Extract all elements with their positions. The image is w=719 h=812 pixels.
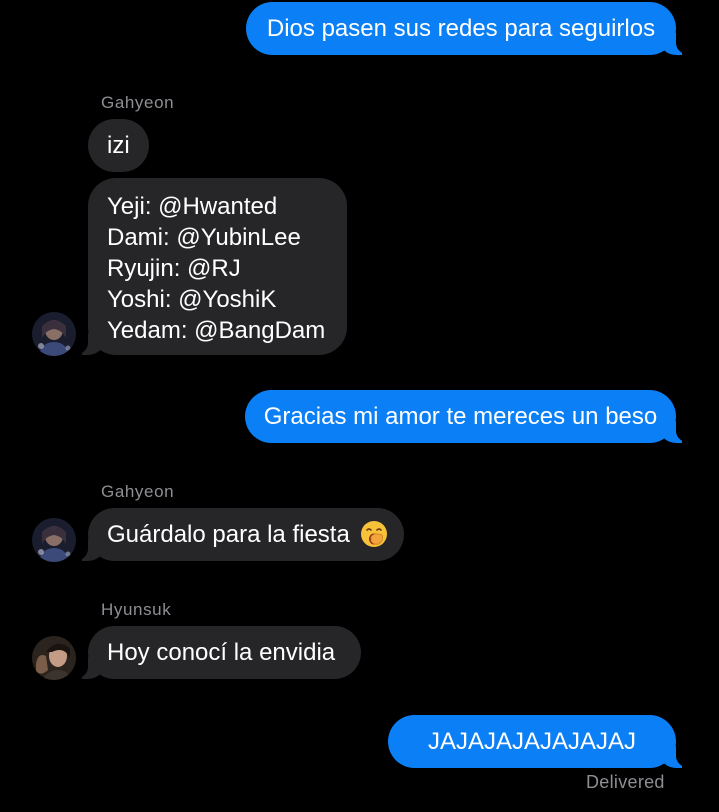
message-line: Yedam: @BangDam	[107, 317, 326, 344]
message-line: Yeji: @Hwanted	[107, 193, 278, 220]
message-outgoing[interactable]: JAJAJAJAJAJAJAJ	[388, 715, 692, 768]
message-incoming[interactable]: Guárdalo para la fiesta	[72, 508, 404, 561]
message-incoming[interactable]: izi	[88, 119, 149, 172]
message-text: izi	[107, 132, 130, 159]
avatar[interactable]	[32, 312, 76, 356]
message-line: Yoshi: @YoshiK	[107, 286, 277, 313]
avatar[interactable]	[32, 636, 76, 680]
message-outgoing[interactable]: Dios pasen sus redes para seguirlos	[246, 2, 692, 55]
avatar-image	[32, 518, 76, 562]
yawning-face-emoji	[360, 520, 388, 556]
sender-name: Gahyeon	[101, 93, 175, 112]
message-text: Guárdalo para la fiesta	[107, 521, 350, 548]
avatar-image	[32, 312, 76, 356]
message-line: Ryujin: @RJ	[107, 255, 241, 282]
sender-name: Gahyeon	[101, 482, 175, 501]
avatar[interactable]	[32, 518, 76, 562]
sender-name: Hyunsuk	[101, 600, 172, 619]
avatar-image	[32, 636, 76, 680]
message-text: Dios pasen sus redes para seguirlos	[266, 15, 656, 42]
message-outgoing[interactable]: Gracias mi amor te mereces un beso	[245, 390, 692, 443]
message-text: JAJAJAJAJAJAJAJ	[427, 728, 637, 755]
message-incoming[interactable]: Yeji: @Hwanted Dami: @YubinLee Ryujin: @…	[72, 178, 347, 355]
message-line: Dami: @YubinLee	[107, 224, 301, 251]
message-incoming[interactable]: Hoy conocí la envidia	[72, 626, 361, 679]
delivery-status: Delivered	[586, 772, 665, 792]
message-text: Hoy conocí la envidia	[107, 639, 336, 666]
message-text: Gracias mi amor te mereces un beso	[263, 403, 658, 430]
